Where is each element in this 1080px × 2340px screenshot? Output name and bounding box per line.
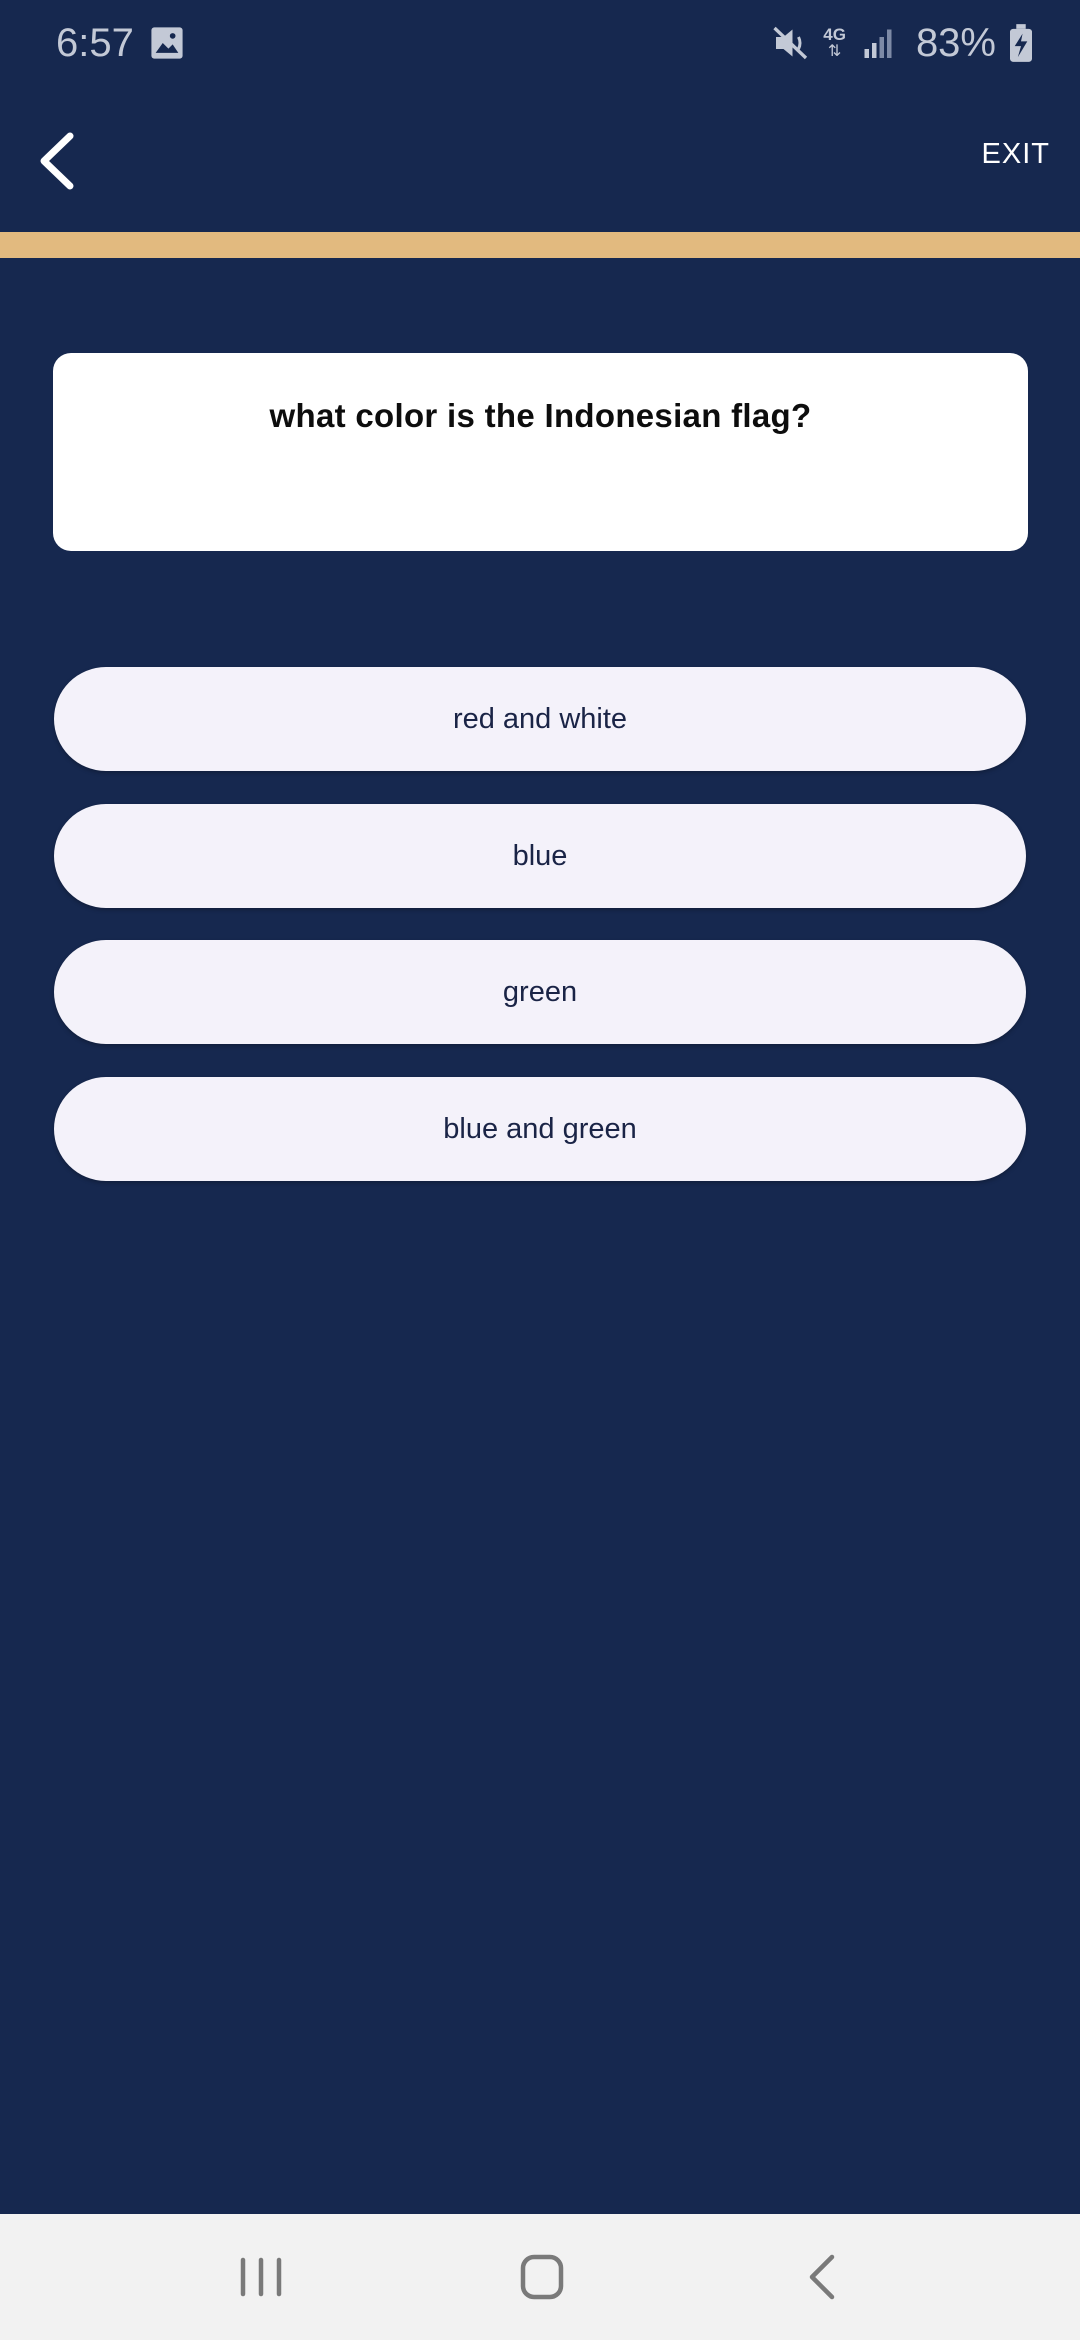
chevron-left-icon[interactable] — [28, 126, 88, 196]
answer-option-4[interactable]: blue and green — [54, 1077, 1026, 1181]
answer-option-3[interactable]: green — [54, 940, 1026, 1044]
gallery-icon — [151, 27, 183, 59]
quiz-progress-bar — [0, 232, 1080, 258]
top-app-bar: EXIT — [0, 86, 1080, 232]
network-label: 4G — [823, 25, 846, 44]
mute-icon — [773, 26, 808, 60]
home-icon[interactable] — [507, 2242, 577, 2312]
battery-percent: 83% — [915, 21, 996, 65]
status-time: 6:57 — [56, 21, 134, 65]
answer-option-1[interactable]: red and white — [54, 667, 1026, 771]
question-text: what color is the Indonesian flag? — [269, 397, 812, 434]
battery-charging-icon — [1010, 24, 1032, 62]
signal-icon — [864, 29, 892, 58]
question-card: what color is the Indonesian flag? — [53, 353, 1028, 551]
exit-button[interactable]: EXIT — [982, 138, 1050, 171]
network-4g-icon: 4G ⇅ — [823, 23, 846, 63]
answer-label: red and white — [452, 702, 628, 735]
recent-apps-icon[interactable] — [226, 2242, 296, 2312]
answer-option-2[interactable]: blue — [54, 804, 1026, 908]
answer-label: green — [502, 975, 578, 1008]
back-icon[interactable] — [788, 2242, 858, 2312]
status-bar: 6:57 4G ⇅ 83% — [0, 0, 1080, 86]
status-icons: 4G ⇅ 83% — [759, 18, 1032, 68]
data-arrows-icon: ⇅ — [827, 43, 842, 60]
quiz-progress-fill — [0, 232, 1080, 258]
system-nav-bar — [0, 2214, 1080, 2340]
answer-label: blue — [512, 839, 568, 872]
answer-label: blue and green — [443, 1112, 637, 1145]
